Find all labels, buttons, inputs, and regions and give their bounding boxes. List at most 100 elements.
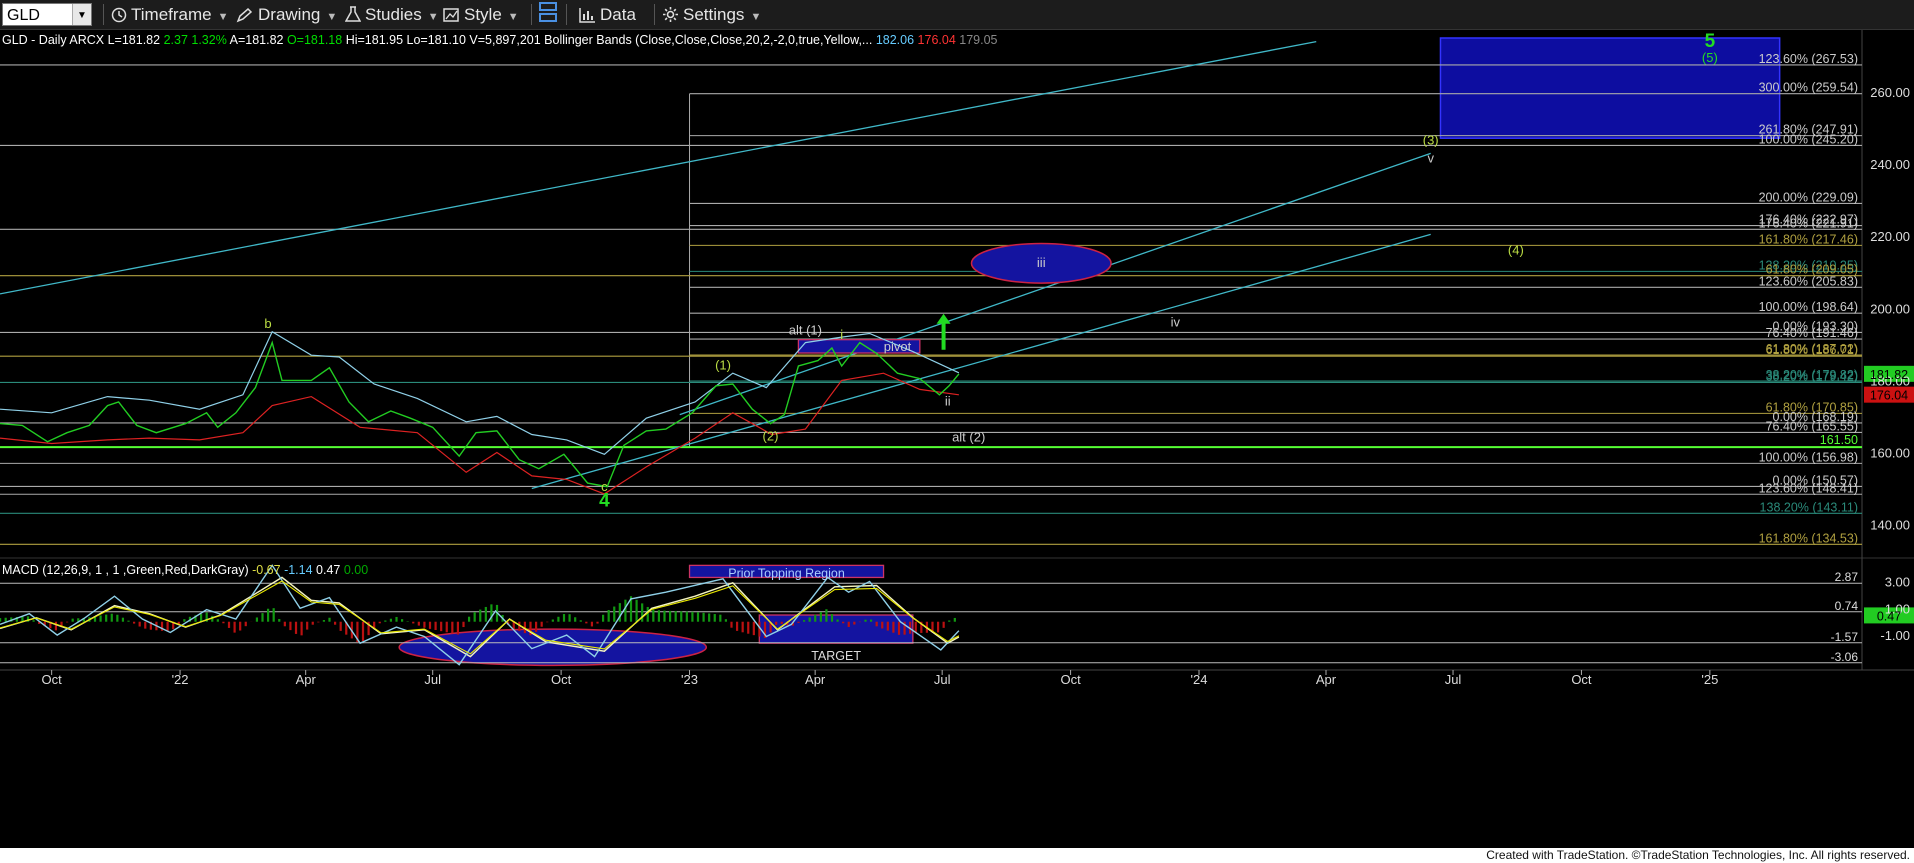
macd-histogram-bar	[814, 614, 817, 622]
macd-histogram-bar	[568, 614, 571, 622]
pencil-icon	[236, 7, 253, 23]
macd-histogram-bar	[428, 621, 432, 629]
macd-histogram-bar	[540, 621, 543, 627]
macd-histogram-bar	[4, 617, 7, 622]
macd-histogram-bar	[646, 606, 649, 622]
macd-histogram-bar	[99, 615, 102, 622]
data-menu[interactable]: Data	[578, 0, 636, 29]
price-tag: 176.04	[1870, 389, 1908, 403]
time-axis-tick: '23	[681, 672, 698, 687]
macd-histogram-bar	[730, 621, 733, 628]
price-chart[interactable]: 123.60% (267.53)300.00% (259.54)261.80% …	[0, 30, 1914, 848]
toolbar: GLD ▼ Timeframe ▼ Drawing ▼ Studies ▼ Style…	[0, 0, 1914, 30]
support-line-label: 161.50	[1820, 433, 1858, 447]
fib-level-label: 100.00% (156.98)	[1759, 450, 1858, 464]
macd-histogram-bar	[266, 608, 270, 622]
fib-level-label: 138.20% (143.11)	[1760, 500, 1858, 514]
macd-histogram-bar	[847, 621, 850, 627]
wave-label: alt (2)	[952, 429, 985, 444]
chevron-down-icon: ▼	[217, 11, 229, 23]
macd-histogram-bar	[65, 621, 69, 623]
header-field: 2.37	[164, 33, 192, 47]
layout-icon	[539, 2, 557, 22]
style-menu[interactable]: Style ▼	[443, 0, 519, 29]
copyright-text: Created with TradeStation. ©TradeStation…	[1486, 848, 1910, 862]
macd-histogram-bar	[255, 617, 259, 622]
time-axis-tick: Oct	[42, 672, 63, 687]
macd-histogram-bar	[842, 621, 845, 624]
chart-header: GLD - Daily ARCX L=181.82 2.37 1.32% A=1…	[2, 33, 998, 47]
macd-histogram-bar	[261, 613, 264, 622]
fib-level-label: 300.00% (259.54)	[1759, 81, 1858, 95]
macd-histogram-bar	[467, 616, 471, 622]
settings-menu[interactable]: Settings ▼	[662, 0, 761, 29]
macd-histogram-bar	[551, 619, 554, 622]
timeframe-label: Timeframe	[131, 5, 212, 24]
macd-histogram-bar	[216, 619, 219, 622]
time-axis-tick: '25	[1701, 672, 1718, 687]
macd-level-label: -1.57	[1831, 630, 1859, 644]
wave-label: (2)	[763, 429, 779, 444]
macd-histogram-bar	[339, 621, 342, 631]
macd-histogram-bar	[657, 610, 661, 622]
macd-histogram-bar	[289, 621, 292, 631]
macd-histogram-bar	[775, 621, 778, 625]
macd-histogram-bar	[546, 621, 549, 623]
macd-axis-tick: -1.00	[1880, 628, 1910, 643]
header-field: Hi=181.95	[346, 33, 407, 47]
macd-histogram-bar	[166, 621, 169, 632]
macd-value-tag: 0.47	[1877, 609, 1901, 623]
macd-histogram-bar	[389, 618, 393, 622]
time-axis-tick: Jul	[1445, 672, 1462, 687]
macd-histogram-bar	[886, 621, 889, 631]
fib-level-label: 123.60% (205.83)	[1759, 274, 1858, 288]
style-icon	[443, 8, 459, 22]
channel-line	[679, 152, 1431, 416]
time-axis-tick: Jul	[424, 672, 441, 687]
macd-histogram-bar	[127, 620, 130, 622]
macd-histogram-bar	[590, 621, 594, 627]
macd-histogram-bar	[144, 621, 147, 629]
macd-histogram-bar	[322, 620, 326, 622]
price-axis-tick: 260.00	[1870, 85, 1910, 100]
chevron-down-icon: ▼	[750, 11, 762, 23]
macd-histogram-bar	[384, 620, 387, 622]
price-axis-tick: 140.00	[1870, 518, 1910, 533]
wave-label: pivot	[884, 339, 912, 354]
time-axis-tick: Jul	[934, 672, 951, 687]
macd-histogram-bar	[233, 621, 236, 633]
macd-histogram-bar	[635, 599, 638, 622]
timeframe-menu[interactable]: Timeframe ▼	[111, 0, 229, 29]
macd-histogram-bar	[423, 621, 426, 628]
macd-histogram-bar	[881, 621, 884, 629]
macd-header-field: 0.00	[344, 563, 368, 577]
copyright-footer: Created with TradeStation. ©TradeStation…	[0, 848, 1914, 863]
macd-axis-tick: 3.00	[1885, 574, 1910, 589]
wave-label: b	[264, 316, 271, 331]
symbol-selector[interactable]: GLD ▼	[2, 3, 92, 26]
time-axis-tick: Oct	[551, 672, 572, 687]
studies-menu[interactable]: Studies ▼	[344, 0, 439, 29]
wave-label: (5)	[1702, 50, 1718, 65]
fib-level-label: 38.20% (179.42)	[1766, 369, 1858, 383]
layout-button[interactable]	[538, 0, 562, 29]
macd-histogram-bar	[853, 621, 856, 625]
time-axis-tick: Oct	[1060, 672, 1081, 687]
fib-level-label: 100.00% (245.20)	[1759, 132, 1858, 146]
macd-header-field: -1.14	[284, 563, 316, 577]
macd-histogram-bar	[400, 619, 404, 622]
macd-histogram-bar	[825, 609, 828, 622]
macd-histogram-bar	[741, 621, 744, 633]
drawing-menu[interactable]: Drawing ▼	[236, 0, 337, 29]
macd-histogram-bar	[875, 621, 878, 627]
chevron-down-icon[interactable]: ▼	[72, 4, 91, 25]
fib-level-label: 76.40% (165.55)	[1766, 419, 1858, 433]
header-field: 176.04	[918, 33, 960, 47]
chevron-down-icon: ▼	[326, 11, 338, 23]
macd-histogram-bar	[836, 619, 839, 622]
macd-histogram-bar	[948, 620, 951, 622]
fib-level-label: 176.40% (221.91)	[1759, 216, 1858, 230]
macd-histogram-bar	[663, 610, 666, 622]
wave-label: iii	[1037, 255, 1046, 270]
target-zone-box	[1439, 37, 1781, 139]
